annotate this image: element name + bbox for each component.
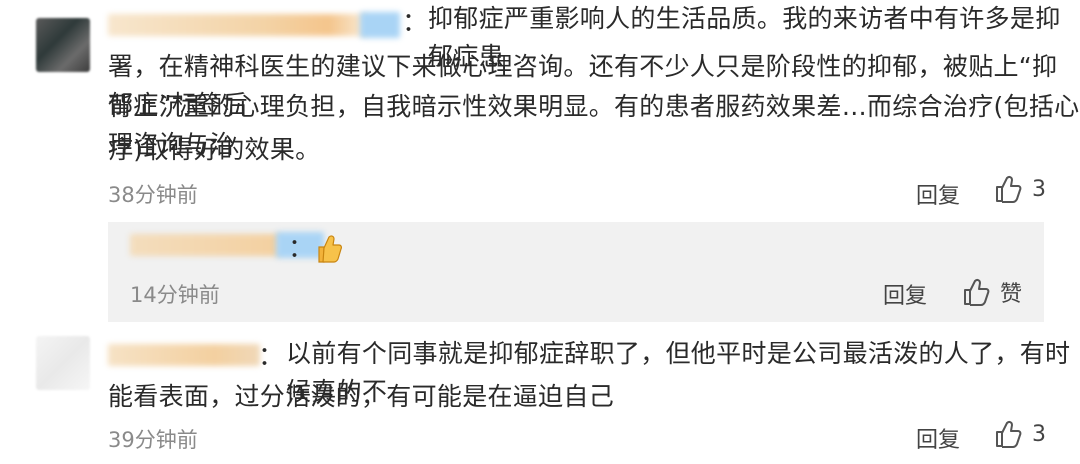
colon: ： (258, 342, 285, 372)
reply-button[interactable]: 回复 (883, 278, 927, 310)
like-button[interactable]: 3 (994, 419, 1046, 449)
like-count: 3 (1032, 421, 1046, 447)
like-button[interactable]: 赞 (962, 276, 1022, 308)
reply-button[interactable]: 回复 (916, 422, 960, 454)
username-blurred[interactable] (108, 344, 260, 366)
thumbs-up-emoji-icon (314, 232, 344, 266)
colon: ： (288, 234, 315, 264)
like-button[interactable]: 3 (994, 174, 1046, 204)
thumbs-up-outline-icon (994, 174, 1022, 204)
reply-button[interactable]: 回复 (916, 178, 960, 210)
comment-time: 38分钟前 (108, 183, 198, 207)
username-blurred[interactable] (108, 14, 368, 36)
like-count: 3 (1032, 176, 1046, 202)
comment-1: ： 抑郁症严重影响人的生活品质。我的来访者中有许多是抑郁症患 署，在精神科医生的… (0, 0, 1080, 222)
comment-time: 39分钟前 (108, 428, 198, 452)
thumbs-up-outline-icon (962, 277, 990, 307)
avatar[interactable] (36, 18, 90, 72)
avatar[interactable] (36, 336, 90, 390)
comment-text-line: 能看表面，过分活泼的，有可能是在逼迫自己 (108, 382, 615, 411)
like-label: 赞 (1000, 282, 1023, 307)
username-blurred-tail (360, 12, 400, 38)
comment-2: ： 以前有个同事就是抑郁症辞职了，但他平时是公司最活泼的人了，有时候真的不 能看… (0, 322, 1080, 464)
sub-reply: ： 14分钟前 回复 赞 (108, 222, 1044, 322)
colon: ： (402, 8, 429, 38)
comment-text-line: 疗)取得好的效果。 (108, 135, 321, 164)
username-blurred[interactable] (130, 234, 280, 256)
thumbs-up-outline-icon (994, 419, 1022, 449)
reply-time: 14分钟前 (130, 283, 220, 307)
